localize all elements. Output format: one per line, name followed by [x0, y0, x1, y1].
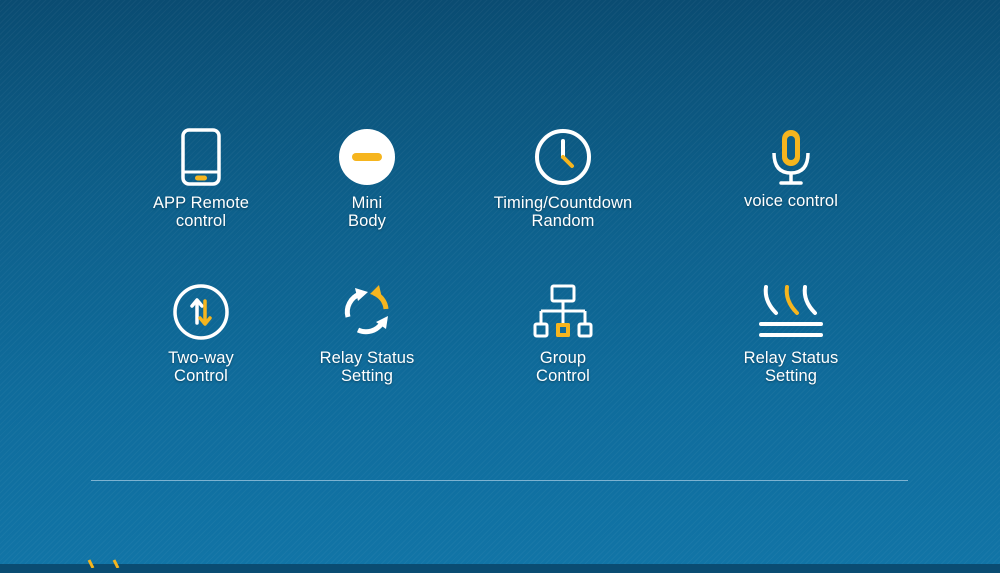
feature-voice-control: voice control: [681, 128, 901, 210]
refresh-cycle-icon: [344, 285, 389, 335]
smartphone-icon: [181, 128, 221, 186]
feature-label: Relay Status Setting: [319, 349, 415, 385]
feature-label: Mini Body: [347, 194, 386, 230]
feature-label: Group Control: [536, 349, 590, 385]
feature-relay-status-heat: Relay Status Setting: [681, 283, 901, 385]
feature-label: Timing/Countdown Random: [493, 194, 633, 230]
feature-label: Relay Status Setting: [743, 349, 839, 385]
feature-group-control: Group Control: [453, 283, 673, 385]
feature-relay-status: Relay Status Setting: [257, 283, 477, 385]
clock-icon: [535, 129, 591, 185]
feature-mini-body: Mini Body: [257, 128, 477, 230]
feature-timing: Timing/Countdown Random: [453, 128, 673, 230]
feature-label: voice control: [744, 192, 838, 210]
microphone-icon: [772, 130, 810, 185]
mini-body-icon: [339, 129, 395, 185]
network-group-icon: [533, 284, 593, 338]
section-divider: [91, 480, 908, 481]
heat-waves-icon: [759, 285, 823, 337]
two-way-arrows-icon: [173, 284, 229, 340]
decorative-mark: [86, 555, 126, 573]
